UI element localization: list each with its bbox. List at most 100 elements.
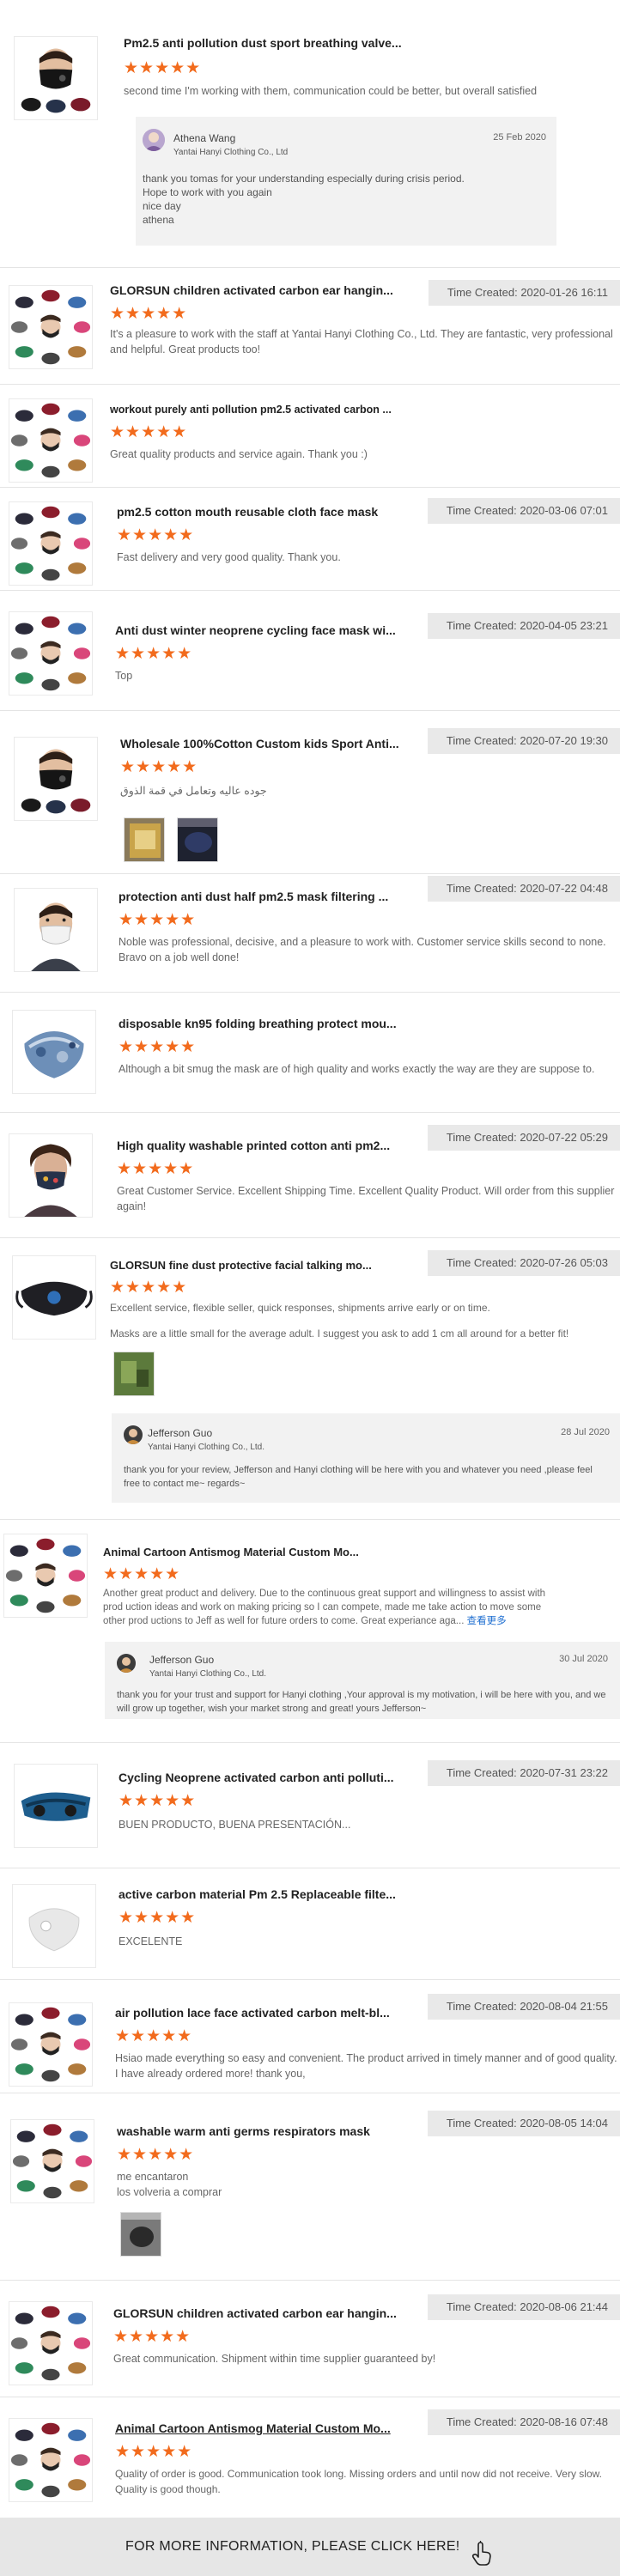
review-text-extra: Masks are a little small for the average… [110,1327,569,1340]
review-item: pm2.5 cotton mouth reusable cloth face m… [0,488,620,591]
review-item: Anti dust winter neoprene cycling face m… [0,591,620,711]
product-thumbnail[interactable] [10,2119,94,2203]
time-created: Time Created: 2020-07-20 19:30 [427,728,620,754]
review-text: Another great product and delivery. Due … [103,1587,550,1628]
avatar [117,1654,136,1673]
review-photo[interactable] [120,2212,161,2257]
review-item: washable warm anti germs respirators mas… [0,2093,620,2281]
rating-stars: ★★★★★ [117,1160,195,1178]
product-title[interactable]: protection anti dust half pm2.5 mask fil… [119,890,402,903]
time-created: Time Created: 2020-03-06 07:01 [427,498,620,524]
reply-company: Yantai Hanyi Clothing Co., Ltd [173,148,289,157]
product-thumbnail[interactable] [9,398,93,483]
product-title[interactable]: active carbon material Pm 2.5 Replaceabl… [119,1887,402,1901]
reply-text: thank you for your review, Jefferson and… [124,1465,593,1489]
review-photo[interactable] [124,817,165,862]
rating-stars: ★★★★★ [115,2027,193,2045]
review-text: Although a bit smug the mask are of high… [119,1063,595,1075]
review-item: Animal Cartoon Antismog Material Custom … [0,1520,620,1743]
review-photo[interactable] [177,817,218,862]
review-page: Pm2.5 anti pollution dust sport breathin… [0,0,620,2576]
product-title[interactable]: Pm2.5 anti pollution dust sport breathin… [124,36,433,50]
product-title[interactable]: workout purely anti pollution pm2.5 acti… [110,404,393,416]
product-thumbnail[interactable] [12,1884,96,1968]
time-created: Time Created: 2020-07-22 05:29 [427,1125,620,1151]
product-thumbnail[interactable] [9,285,93,369]
supplier-reply: Jefferson Guo Yantai Hanyi Clothing Co.,… [105,1642,620,1719]
review-item: High quality washable printed cotton ant… [0,1113,620,1238]
product-title[interactable]: Cycling Neoprene activated carbon anti p… [119,1771,402,1784]
product-title[interactable]: disposable kn95 folding breathing protec… [119,1017,402,1030]
review-text: Fast delivery and very good quality. Tha… [117,551,341,563]
review-text: Great quality products and service again… [110,448,368,460]
product-thumbnail[interactable] [9,611,93,696]
product-thumbnail[interactable] [9,1133,93,1218]
review-text: Excellent service, flexible seller, quic… [110,1302,490,1314]
product-thumbnail[interactable] [9,501,93,586]
rating-stars: ★★★★★ [119,1038,197,1056]
review-item: protection anti dust half pm2.5 mask fil… [0,874,620,993]
rating-stars: ★★★★★ [117,2146,195,2164]
product-thumbnail[interactable] [14,1764,98,1848]
reply-author: Jefferson Guo [148,1427,213,1439]
product-title[interactable]: pm2.5 cotton mouth reusable cloth face m… [117,505,400,519]
hand-pointer-icon [469,2534,495,2566]
product-title[interactable]: washable warm anti germs respirators mas… [117,2124,400,2138]
review-item: workout purely anti pollution pm2.5 acti… [0,385,620,488]
review-item: active carbon material Pm 2.5 Replaceabl… [0,1868,620,1980]
rating-stars: ★★★★★ [103,1565,181,1583]
reply-text: thank you for your trust and support for… [117,1690,606,1714]
product-title[interactable]: GLORSUN children activated carbon ear ha… [110,283,393,297]
time-created: Time Created: 2020-07-26 05:03 [427,1250,620,1276]
more-info-banner[interactable]: FOR MORE INFORMATION, PLEASE CLICK HERE! [0,2518,620,2576]
rating-stars: ★★★★★ [113,2328,191,2346]
rating-stars: ★★★★★ [115,2443,193,2461]
product-thumbnail[interactable] [12,1255,96,1340]
avatar [124,1425,143,1444]
review-item: GLORSUN children activated carbon ear ha… [0,2281,620,2397]
product-thumbnail[interactable] [14,36,98,120]
review-photo[interactable] [113,1352,155,1396]
review-item: Wholesale 100%Cotton Custom kids Sport A… [0,711,620,874]
review-text: Hsiao made everything so easy and conven… [115,2052,617,2080]
rating-stars: ★★★★★ [115,645,193,663]
time-created: Time Created: 2020-07-22 04:48 [427,876,620,902]
product-thumbnail[interactable] [9,2002,93,2087]
reply-date: 25 Feb 2020 [493,132,546,143]
product-thumbnail[interactable] [12,1010,96,1094]
time-created: Time Created: 2020-04-05 23:21 [427,613,620,639]
review-text: me encantaron los volveria a comprar [117,2171,222,2198]
reply-company: Yantai Hanyi Clothing Co., Ltd. [148,1443,265,1452]
review-text: It's a pleasure to work with the staff a… [110,328,613,355]
review-text: Top [115,670,133,682]
product-title[interactable]: Wholesale 100%Cotton Custom kids Sport A… [120,737,404,750]
product-thumbnail[interactable] [14,888,98,972]
product-title[interactable]: GLORSUN fine dust protective facial talk… [110,1259,385,1272]
product-title[interactable]: air pollution lace face activated carbon… [115,2006,398,2020]
supplier-reply: Athena Wang Yantai Hanyi Clothing Co., L… [136,117,556,246]
avatar [143,129,165,151]
product-title[interactable]: High quality washable printed cotton ant… [117,1139,400,1152]
time-created: Time Created: 2020-08-05 14:04 [427,2111,620,2136]
product-title[interactable]: Animal Cartoon Antismog Material Custom … [103,1546,378,1558]
review-text: Quality of order is good. Communication … [115,2468,602,2495]
see-more-link[interactable]: 查看更多 [467,1616,507,1626]
time-created: Time Created: 2020-07-31 23:22 [427,1760,620,1786]
rating-stars: ★★★★★ [120,758,198,776]
product-thumbnail[interactable] [3,1534,88,1618]
review-item: Pm2.5 anti pollution dust sport breathin… [0,0,620,268]
product-title[interactable]: Anti dust winter neoprene cycling face m… [115,623,398,637]
product-thumbnail[interactable] [9,2301,93,2385]
review-text: second time I'm working with them, commu… [124,85,538,97]
more-info-label[interactable]: FOR MORE INFORMATION, PLEASE CLICK HERE! [125,2539,460,2554]
product-thumbnail[interactable] [9,2418,93,2502]
review-item: GLORSUN children activated carbon ear ha… [0,268,620,385]
product-title[interactable]: Animal Cartoon Antismog Material Custom … [115,2421,398,2435]
review-item: Cycling Neoprene activated carbon anti p… [0,1743,620,1868]
product-title[interactable]: GLORSUN children activated carbon ear ha… [113,2306,397,2320]
reply-author: Jefferson Guo [149,1654,215,1666]
product-thumbnail[interactable] [14,737,98,821]
rating-stars: ★★★★★ [110,423,188,441]
rating-stars: ★★★★★ [117,526,195,544]
time-created: Time Created: 2020-08-04 21:55 [427,1994,620,2020]
